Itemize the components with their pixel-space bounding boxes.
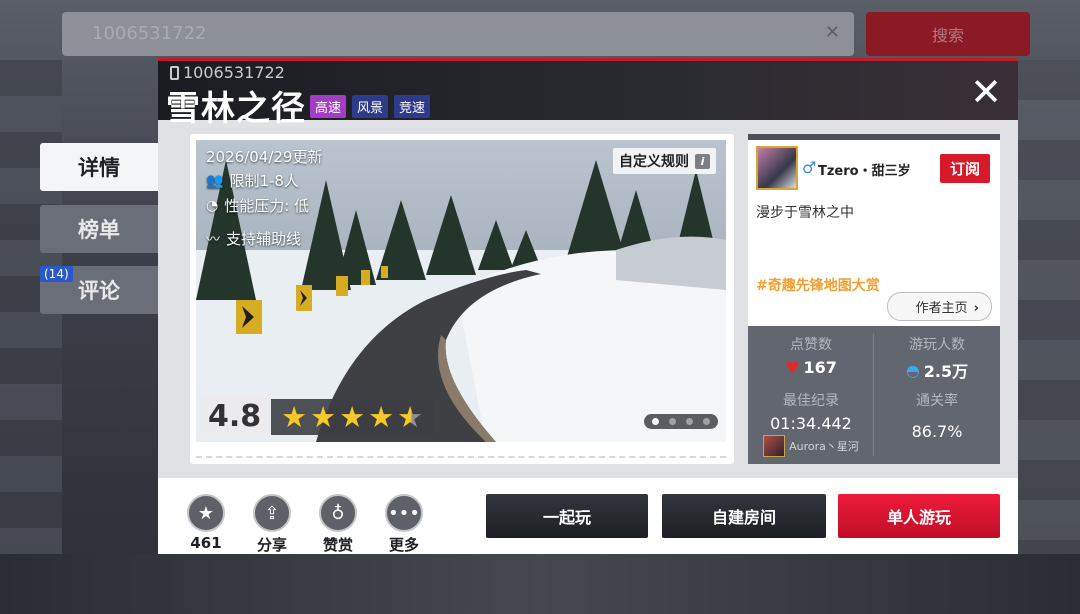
record-holder[interactable]: Aurora丶星河 bbox=[748, 435, 874, 457]
share-action[interactable]: ⇪ 分享 bbox=[252, 494, 292, 555]
heart-icon: ♥ bbox=[785, 358, 800, 377]
author-home-button[interactable]: 作者主页 › bbox=[886, 292, 992, 321]
player-limit: 限制1-8人 bbox=[229, 172, 299, 190]
assist-line-icon: 〰 bbox=[206, 231, 220, 248]
male-icon: ♂ bbox=[802, 158, 817, 177]
performance-load: 性能压力: 低 bbox=[224, 197, 310, 215]
carousel-dot[interactable] bbox=[703, 418, 710, 425]
likes-stat: 点赞数 ♥ 167 bbox=[748, 334, 874, 377]
solo-play-button[interactable]: 单人游玩 bbox=[838, 494, 1000, 538]
more-icon: ••• bbox=[385, 494, 423, 532]
updated-date: 2026/04/29更新 bbox=[206, 148, 323, 166]
background-search-text: 1006531722 bbox=[92, 23, 207, 44]
close-icon[interactable]: ✕ bbox=[968, 73, 1004, 111]
create-room-button[interactable]: 自建房间 bbox=[662, 494, 826, 538]
custom-rules-label: 自定义规则 bbox=[619, 154, 689, 170]
best-record-stat: 最佳纪录 01:34.442 Aurora丶星河 bbox=[748, 390, 874, 457]
background-search-button: 搜索 bbox=[866, 12, 1030, 56]
clear-rate-stat: 通关率 86.7% bbox=[874, 390, 1000, 441]
map-id-row: 1006531722 bbox=[170, 63, 285, 82]
comments-count-badge: (14) bbox=[40, 266, 73, 282]
favorite-action[interactable]: ★ 461 bbox=[186, 494, 226, 552]
clear-rate-value: 86.7% bbox=[911, 422, 963, 441]
tag-item: 高速 bbox=[310, 95, 347, 118]
author-home-label: 作者主页 bbox=[915, 301, 968, 316]
map-title: 雪林之径 bbox=[166, 89, 306, 129]
play-together-button[interactable]: 一起玩 bbox=[486, 494, 648, 538]
action-bar: ★ 461 ⇪ 分享 ♁ 赞赏 ••• 更多 一起玩 自建房间 单人游玩 bbox=[158, 478, 1018, 554]
share-icon: ⇪ bbox=[253, 494, 291, 532]
players-label: 游玩人数 bbox=[909, 337, 965, 353]
star-icon: ★ bbox=[339, 399, 366, 434]
chevron-right-icon: › bbox=[973, 301, 979, 316]
background-clear-icon: ✕ bbox=[824, 22, 840, 43]
map-stats: 点赞数 ♥ 167 游玩人数 ◓ 2.5万 最佳纪录 01:34.442 Auror… bbox=[748, 326, 1000, 464]
map-description: 漫步于雪林之中 bbox=[756, 205, 854, 221]
background-footer bbox=[0, 554, 1080, 614]
player-limit-row: 👥 限制1-8人 bbox=[206, 170, 299, 191]
performance-row: ◔ 性能压力: 低 bbox=[206, 195, 309, 216]
players-icon: 👥 bbox=[206, 172, 224, 189]
players-value: 2.5万 bbox=[923, 362, 969, 381]
background-map-grid bbox=[1018, 60, 1080, 614]
map-detail-dialog: 1006531722 雪林之径 高速 风景 竞速 ✕ 2026/04/29更新 … bbox=[158, 58, 1018, 554]
map-preview-image[interactable]: 2026/04/29更新 👥 限制1-8人 ◔ 性能压力: 低 〰 支持辅助线 … bbox=[196, 140, 726, 442]
custom-rules-button[interactable]: 自定义规则 i bbox=[613, 148, 716, 174]
tip-action[interactable]: ♁ 赞赏 bbox=[318, 494, 358, 555]
helmet-icon: ◓ bbox=[905, 360, 920, 380]
tab-leaderboard[interactable]: 榜单 bbox=[40, 205, 158, 253]
dialog-header: 1006531722 雪林之径 高速 风景 竞速 ✕ bbox=[158, 58, 1018, 129]
tip-label: 赞赏 bbox=[322, 536, 353, 554]
tab-details[interactable]: 详情 bbox=[40, 143, 158, 191]
map-id: 1006531722 bbox=[183, 63, 285, 82]
clear-rate-label: 通关率 bbox=[916, 393, 958, 409]
tag-item: 竞速 bbox=[394, 95, 431, 118]
star-half-icon: ★ bbox=[397, 399, 424, 434]
mobile-icon bbox=[170, 65, 179, 80]
carousel-dot[interactable] bbox=[669, 418, 676, 425]
author-avatar[interactable] bbox=[756, 146, 798, 190]
star-icon: ★ bbox=[310, 399, 337, 434]
map-tags: 高速 风景 竞速 bbox=[310, 95, 431, 118]
record-holder-name: Aurora丶星河 bbox=[789, 440, 859, 453]
favorite-count: 461 bbox=[190, 534, 222, 552]
author-card: ♂ Tzero・甜三岁 订阅 漫步于雪林之中 #奇趣先锋地图大赏 作者主页 › bbox=[748, 134, 1000, 326]
map-preview-card: 2026/04/29更新 👥 限制1-8人 ◔ 性能压力: 低 〰 支持辅助线 … bbox=[190, 134, 734, 464]
best-record-label: 最佳纪录 bbox=[783, 393, 839, 409]
rating-stars: ★ ★ ★ ★ ★ bbox=[271, 399, 434, 435]
author-name[interactable]: Tzero・甜三岁 bbox=[818, 160, 911, 179]
subscribe-button[interactable]: 订阅 bbox=[939, 154, 990, 183]
rating-value: 4.8 bbox=[200, 396, 270, 438]
money-bag-icon: ♁ bbox=[319, 494, 357, 532]
rating-box: 4.8 ★ ★ ★ ★ ★ bbox=[200, 396, 434, 438]
star-icon: ★ bbox=[281, 399, 308, 434]
players-stat: 游玩人数 ◓ 2.5万 bbox=[874, 334, 1000, 382]
tag-item: 风景 bbox=[352, 95, 389, 118]
record-holder-avatar bbox=[763, 435, 786, 457]
star-icon: ★ bbox=[368, 399, 395, 434]
gauge-icon: ◔ bbox=[206, 197, 219, 214]
assist-line: 支持辅助线 bbox=[226, 230, 302, 248]
likes-label: 点赞数 bbox=[790, 337, 832, 353]
carousel-dots bbox=[644, 414, 718, 429]
background-search-input: 1006531722 ✕ bbox=[62, 12, 854, 56]
likes-value: 167 bbox=[803, 358, 837, 377]
info-icon: i bbox=[695, 153, 710, 169]
card-divider bbox=[196, 454, 726, 458]
assist-line-row: 〰 支持辅助线 bbox=[206, 228, 301, 249]
star-icon: ★ bbox=[187, 494, 225, 532]
carousel-dot[interactable] bbox=[652, 418, 659, 425]
share-label: 分享 bbox=[256, 536, 287, 554]
best-record-value: 01:34.442 bbox=[770, 414, 852, 433]
more-label: 更多 bbox=[388, 536, 419, 554]
carousel-dot[interactable] bbox=[686, 418, 693, 425]
event-hashtag[interactable]: #奇趣先锋地图大赏 bbox=[756, 275, 880, 295]
more-action[interactable]: ••• 更多 bbox=[384, 494, 424, 555]
